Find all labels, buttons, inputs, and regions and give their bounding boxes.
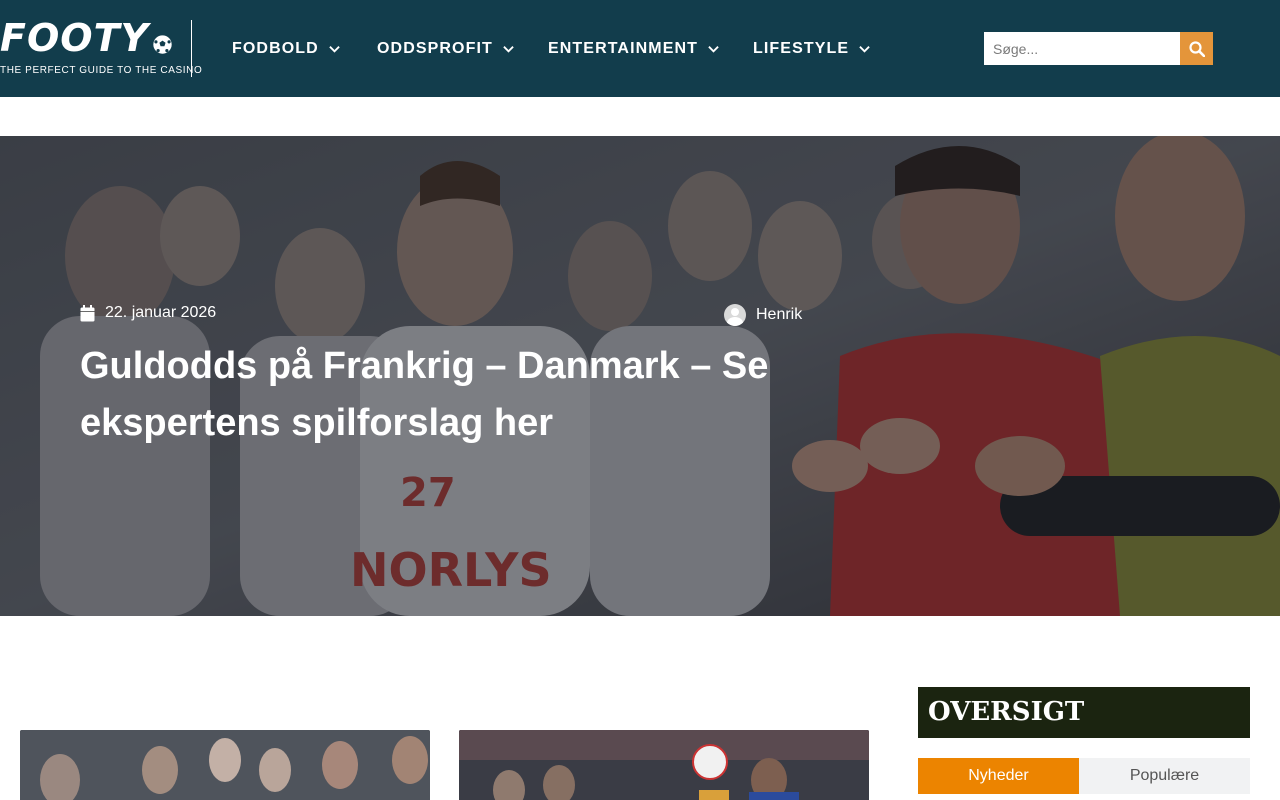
header-divider — [191, 20, 192, 77]
nav-item-label: ENTERTAINMENT — [548, 40, 698, 57]
nav-item-lifestyle[interactable]: LIFESTYLE — [753, 38, 870, 60]
chevron-down-icon — [708, 46, 719, 53]
soccer-ball-icon — [153, 35, 172, 54]
search-icon — [1188, 40, 1205, 57]
avatar-icon — [724, 304, 746, 326]
post-author[interactable]: Henrik — [724, 304, 802, 326]
logo-tagline: THE PERFECT GUIDE TO THE CASINO — [0, 65, 203, 76]
nav-item-label: LIFESTYLE — [753, 40, 850, 57]
post-date-text: 22. januar 2026 — [105, 304, 217, 321]
hero-banner: 27 NORLYS 22. januar 2026 Henrik Guldodd… — [0, 136, 1280, 616]
search-input[interactable] — [984, 32, 1180, 65]
sidebar-heading: OVERSIGT — [918, 687, 1250, 738]
nav-item-oddsprofit[interactable]: ODDSPROFIT — [377, 38, 514, 60]
nav-item-fodbold[interactable]: FODBOLD — [232, 38, 340, 60]
nav-item-label: FODBOLD — [232, 40, 319, 57]
article-image — [459, 730, 869, 800]
tab-nyheder[interactable]: Nyheder — [918, 758, 1079, 794]
article-card-thumbnail[interactable] — [459, 730, 869, 800]
chevron-down-icon — [859, 46, 870, 53]
post-author-name: Henrik — [756, 306, 803, 323]
chevron-down-icon — [329, 46, 340, 53]
post-title: Guldodds på Frankrig – Danmark – Se eksp… — [80, 345, 769, 444]
nav-item-label: ODDSPROFIT — [377, 40, 493, 57]
article-card-thumbnail[interactable] — [20, 730, 430, 800]
tab-populaere[interactable]: Populære — [1079, 758, 1250, 794]
site-header: FOOTY THE PERFECT GUIDE TO THE CASINO FO… — [0, 0, 1280, 97]
chevron-down-icon — [503, 46, 514, 53]
article-image — [20, 730, 430, 800]
nav-item-entertainment[interactable]: ENTERTAINMENT — [548, 38, 719, 60]
logo-wordmark: FOOTY — [0, 16, 150, 60]
calendar-icon — [80, 304, 95, 321]
post-date: 22. januar 2026 — [80, 304, 216, 322]
site-logo[interactable]: FOOTY THE PERFECT GUIDE TO THE CASINO — [0, 16, 202, 78]
search-button[interactable] — [1180, 32, 1213, 65]
